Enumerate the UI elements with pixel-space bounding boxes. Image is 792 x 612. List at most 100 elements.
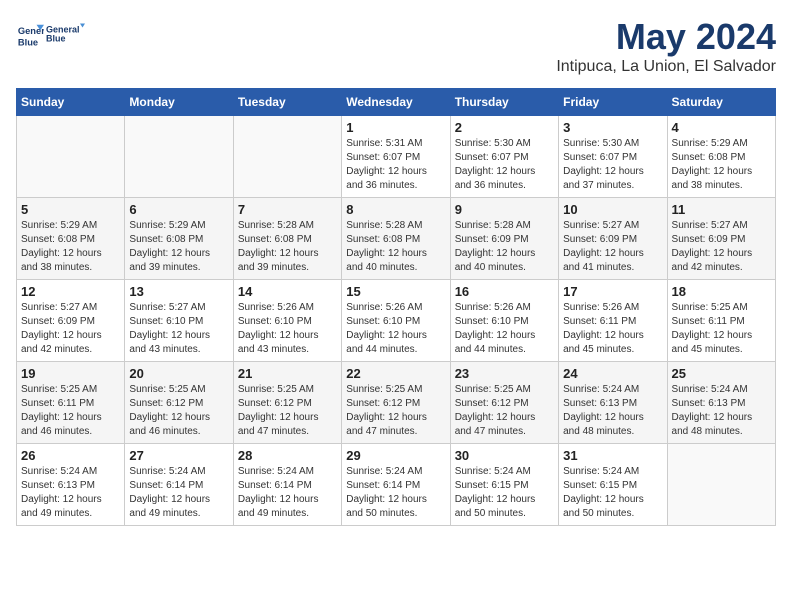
calendar-cell: 23 Sunrise: 5:25 AMSunset: 6:12 PMDayligh… [450,362,558,444]
svg-text:General: General [46,25,80,35]
calendar-cell: 9 Sunrise: 5:28 AMSunset: 6:09 PMDaylight… [450,198,558,280]
calendar-cell: 20 Sunrise: 5:25 AMSunset: 6:12 PMDayligh… [125,362,233,444]
day-of-week-header: Saturday [667,89,775,116]
day-number: 19 [21,366,120,381]
day-number: 3 [563,120,662,135]
calendar-cell: 13 Sunrise: 5:27 AMSunset: 6:10 PMDayligh… [125,280,233,362]
day-number: 22 [346,366,445,381]
day-number: 23 [455,366,554,381]
calendar-cell: 7Sunrise: 5:28 AMSunset: 6:08 PMDaylight… [233,198,341,280]
day-info: Sunrise: 5:27 AMSunset: 6:10 PMDaylight:… [129,301,228,357]
logo: General Blue General Blue [16,16,86,54]
title-area: May 2024 Intipuca, La Union, El Salvador [556,16,776,76]
calendar-cell: 28 Sunrise: 5:24 AMSunset: 6:14 PMDayligh… [233,444,341,526]
calendar-cell: 19 Sunrise: 5:25 AMSunset: 6:11 PMDayligh… [17,362,125,444]
day-number: 2 [455,120,554,135]
day-number: 5 [21,202,120,217]
day-number: 17 [563,284,662,299]
calendar-cell: 16 Sunrise: 5:26 AMSunset: 6:10 PMDayligh… [450,280,558,362]
calendar-cell [233,116,341,198]
calendar-cell: 6 Sunrise: 5:29 AMSunset: 6:08 PMDaylight… [125,198,233,280]
day-info: Sunrise: 5:31 AMSunset: 6:07 PMDaylight:… [346,137,445,193]
day-info: Sunrise: 5:24 AMSunset: 6:13 PMDaylight:… [563,383,662,439]
svg-text:Blue: Blue [18,37,38,47]
day-number: 16 [455,284,554,299]
calendar-cell: 17Sunrise: 5:26 AMSunset: 6:11 PMDayligh… [559,280,667,362]
day-info: Sunrise: 5:25 AMSunset: 6:11 PMDaylight:… [21,383,120,439]
calendar-cell: 29 Sunrise: 5:24 AMSunset: 6:14 PMDayligh… [342,444,450,526]
calendar-cell: 1 Sunrise: 5:31 AMSunset: 6:07 PMDaylight… [342,116,450,198]
day-info: Sunrise: 5:28 AMSunset: 6:09 PMDaylight:… [455,219,554,275]
day-info: Sunrise: 5:26 AMSunset: 6:10 PMDaylight:… [455,301,554,357]
day-info: Sunrise: 5:30 AMSunset: 6:07 PMDaylight:… [563,137,662,193]
day-info: Sunrise: 5:24 AMSunset: 6:15 PMDaylight:… [455,465,554,521]
day-number: 11 [672,202,771,217]
calendar-cell: 14Sunrise: 5:26 AMSunset: 6:10 PMDayligh… [233,280,341,362]
calendar-cell: 26 Sunrise: 5:24 AMSunset: 6:13 PMDayligh… [17,444,125,526]
day-number: 30 [455,448,554,463]
day-info: Sunrise: 5:29 AMSunset: 6:08 PMDaylight:… [129,219,228,275]
page-header: General Blue General Blue May 2024 Intip… [16,16,776,76]
day-info: Sunrise: 5:29 AMSunset: 6:08 PMDaylight:… [21,219,120,275]
day-info: Sunrise: 5:28 AMSunset: 6:08 PMDaylight:… [238,219,337,275]
day-number: 1 [346,120,445,135]
day-info: Sunrise: 5:25 AMSunset: 6:12 PMDaylight:… [129,383,228,439]
calendar-cell: 22 Sunrise: 5:25 AMSunset: 6:12 PMDayligh… [342,362,450,444]
calendar-cell: 21Sunrise: 5:25 AMSunset: 6:12 PMDayligh… [233,362,341,444]
day-number: 18 [672,284,771,299]
calendar-cell: 4 Sunrise: 5:29 AMSunset: 6:08 PMDaylight… [667,116,775,198]
day-info: Sunrise: 5:24 AMSunset: 6:13 PMDaylight:… [21,465,120,521]
calendar-cell: 27Sunrise: 5:24 AMSunset: 6:14 PMDayligh… [125,444,233,526]
day-info: Sunrise: 5:24 AMSunset: 6:15 PMDaylight:… [563,465,662,521]
day-info: Sunrise: 5:24 AMSunset: 6:14 PMDaylight:… [238,465,337,521]
generalblue-logo-graphic: General Blue [46,16,86,54]
calendar-cell: 8Sunrise: 5:28 AMSunset: 6:08 PMDaylight… [342,198,450,280]
calendar-table: SundayMondayTuesdayWednesdayThursdayFrid… [16,88,776,526]
day-info: Sunrise: 5:26 AMSunset: 6:10 PMDaylight:… [346,301,445,357]
day-info: Sunrise: 5:25 AMSunset: 6:12 PMDaylight:… [455,383,554,439]
day-number: 28 [238,448,337,463]
day-info: Sunrise: 5:28 AMSunset: 6:08 PMDaylight:… [346,219,445,275]
calendar-cell: 24 Sunrise: 5:24 AMSunset: 6:13 PMDayligh… [559,362,667,444]
day-number: 4 [672,120,771,135]
day-number: 24 [563,366,662,381]
day-number: 29 [346,448,445,463]
month-title: May 2024 [556,16,776,58]
calendar-cell [17,116,125,198]
calendar-cell: 12 Sunrise: 5:27 AMSunset: 6:09 PMDayligh… [17,280,125,362]
day-number: 12 [21,284,120,299]
day-info: Sunrise: 5:24 AMSunset: 6:14 PMDaylight:… [346,465,445,521]
day-of-week-header: Monday [125,89,233,116]
calendar-cell: 15 Sunrise: 5:26 AMSunset: 6:10 PMDayligh… [342,280,450,362]
calendar-cell: 30 Sunrise: 5:24 AMSunset: 6:15 PMDayligh… [450,444,558,526]
calendar-cell: 31Sunrise: 5:24 AMSunset: 6:15 PMDayligh… [559,444,667,526]
day-info: Sunrise: 5:26 AMSunset: 6:10 PMDaylight:… [238,301,337,357]
calendar-cell: 10 Sunrise: 5:27 AMSunset: 6:09 PMDayligh… [559,198,667,280]
day-of-week-header: Tuesday [233,89,341,116]
day-number: 20 [129,366,228,381]
day-number: 21 [238,366,337,381]
calendar-cell [667,444,775,526]
day-number: 26 [21,448,120,463]
calendar-cell: 3 Sunrise: 5:30 AMSunset: 6:07 PMDaylight… [559,116,667,198]
calendar-cell: 18 Sunrise: 5:25 AMSunset: 6:11 PMDayligh… [667,280,775,362]
day-number: 25 [672,366,771,381]
day-of-week-header: Thursday [450,89,558,116]
calendar-cell: 25 Sunrise: 5:24 AMSunset: 6:13 PMDayligh… [667,362,775,444]
day-info: Sunrise: 5:25 AMSunset: 6:11 PMDaylight:… [672,301,771,357]
day-info: Sunrise: 5:27 AMSunset: 6:09 PMDaylight:… [563,219,662,275]
day-number: 13 [129,284,228,299]
logo-icon: General Blue [16,21,44,49]
location-title: Intipuca, La Union, El Salvador [556,58,776,76]
day-number: 9 [455,202,554,217]
day-number: 10 [563,202,662,217]
day-number: 6 [129,202,228,217]
day-number: 27 [129,448,228,463]
day-info: Sunrise: 5:27 AMSunset: 6:09 PMDaylight:… [21,301,120,357]
day-info: Sunrise: 5:27 AMSunset: 6:09 PMDaylight:… [672,219,771,275]
calendar-cell: 11 Sunrise: 5:27 AMSunset: 6:09 PMDayligh… [667,198,775,280]
day-info: Sunrise: 5:29 AMSunset: 6:08 PMDaylight:… [672,137,771,193]
day-info: Sunrise: 5:25 AMSunset: 6:12 PMDaylight:… [346,383,445,439]
day-info: Sunrise: 5:24 AMSunset: 6:13 PMDaylight:… [672,383,771,439]
day-number: 15 [346,284,445,299]
